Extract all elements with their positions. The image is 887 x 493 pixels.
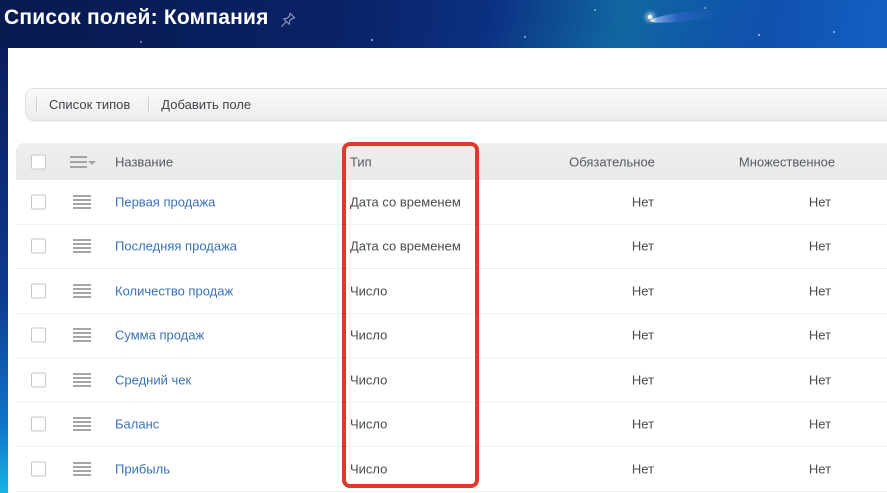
star-dot [371, 39, 373, 41]
table-row: Средний чек Число Нет Нет [16, 358, 887, 403]
left-edge-gradient [0, 48, 8, 493]
grid-header-row: Название Тип Обязательное Множественное [16, 143, 887, 180]
field-name-link[interactable]: Сумма продаж [115, 328, 204, 343]
field-type-value: Дата со временем [350, 194, 461, 209]
field-required-value: Нет [613, 328, 673, 343]
table-row: Прибыль Число Нет Нет [16, 447, 887, 492]
table-row: Баланс Число Нет Нет [16, 403, 887, 448]
add-field-button[interactable]: Добавить поле [159, 89, 265, 120]
page-header: Список полей: Компания [4, 6, 297, 30]
row-checkbox[interactable] [31, 194, 46, 209]
column-header-required[interactable]: Обязательное [552, 154, 672, 169]
field-multiple-value: Нет [790, 372, 850, 387]
row-checkbox[interactable] [31, 283, 46, 298]
field-type-value: Число [350, 461, 387, 476]
drag-handle-icon[interactable] [73, 284, 91, 298]
row-checkbox[interactable] [31, 372, 46, 387]
field-multiple-value: Нет [790, 239, 850, 254]
field-required-value: Нет [613, 239, 673, 254]
field-multiple-value: Нет [790, 417, 850, 432]
page-title: Список полей: Компания [4, 6, 269, 30]
star-dot [758, 34, 760, 36]
list-of-types-button[interactable]: Список типов [47, 89, 144, 120]
drag-handle-icon[interactable] [73, 417, 91, 431]
field-name-link[interactable]: Средний чек [115, 372, 191, 387]
grid-body: Первая продажа Дата со временем Нет Нет … [16, 180, 887, 492]
row-checkbox[interactable] [31, 328, 46, 343]
field-required-value: Нет [613, 417, 673, 432]
row-checkbox[interactable] [31, 239, 46, 254]
field-type-value: Число [350, 283, 387, 298]
drag-handle-icon[interactable] [73, 239, 91, 253]
toolbar-separator [148, 97, 150, 112]
fields-grid: Название Тип Обязательное Множественное … [16, 143, 887, 492]
column-header-multiple[interactable]: Множественное [722, 154, 852, 169]
drag-handle-icon[interactable] [73, 195, 91, 209]
field-type-value: Дата со временем [350, 239, 461, 254]
drag-handle-icon[interactable] [73, 328, 91, 342]
field-name-link[interactable]: Баланс [115, 417, 159, 432]
field-required-value: Нет [613, 194, 673, 209]
column-header-name[interactable]: Название [115, 154, 173, 169]
row-checkbox[interactable] [31, 461, 46, 476]
field-name-link[interactable]: Последняя продажа [115, 239, 237, 254]
field-name-link[interactable]: Количество продаж [115, 283, 233, 298]
select-all-checkbox[interactable] [31, 154, 46, 169]
row-checkbox[interactable] [31, 417, 46, 432]
table-row: Количество продаж Число Нет Нет [16, 269, 887, 314]
comet-graphic-head [648, 15, 652, 19]
field-multiple-value: Нет [790, 461, 850, 476]
drag-handle-icon[interactable] [73, 462, 91, 476]
field-name-link[interactable]: Первая продажа [115, 194, 215, 209]
table-row: Первая продажа Дата со временем Нет Нет [16, 180, 887, 225]
star-dot [594, 9, 596, 11]
field-multiple-value: Нет [790, 194, 850, 209]
field-required-value: Нет [613, 372, 673, 387]
star-dot [704, 7, 706, 9]
toolbar: Список типов Добавить поле [25, 88, 887, 121]
field-type-value: Число [350, 328, 387, 343]
column-header-type[interactable]: Тип [350, 154, 372, 169]
field-name-link[interactable]: Прибыль [115, 461, 170, 476]
field-multiple-value: Нет [790, 283, 850, 298]
field-required-value: Нет [613, 283, 673, 298]
grid-settings-menu-icon[interactable] [70, 156, 96, 168]
pin-icon[interactable] [279, 11, 297, 29]
chevron-down-icon [88, 161, 96, 165]
star-dot [140, 41, 142, 43]
field-multiple-value: Нет [790, 328, 850, 343]
star-dot [524, 36, 526, 38]
field-required-value: Нет [613, 461, 673, 476]
toolbar-separator [36, 97, 38, 112]
field-type-value: Число [350, 417, 387, 432]
field-type-value: Число [350, 372, 387, 387]
table-row: Последняя продажа Дата со временем Нет Н… [16, 225, 887, 270]
star-dot [833, 31, 835, 33]
table-row: Сумма продаж Число Нет Нет [16, 314, 887, 359]
drag-handle-icon[interactable] [73, 373, 91, 387]
